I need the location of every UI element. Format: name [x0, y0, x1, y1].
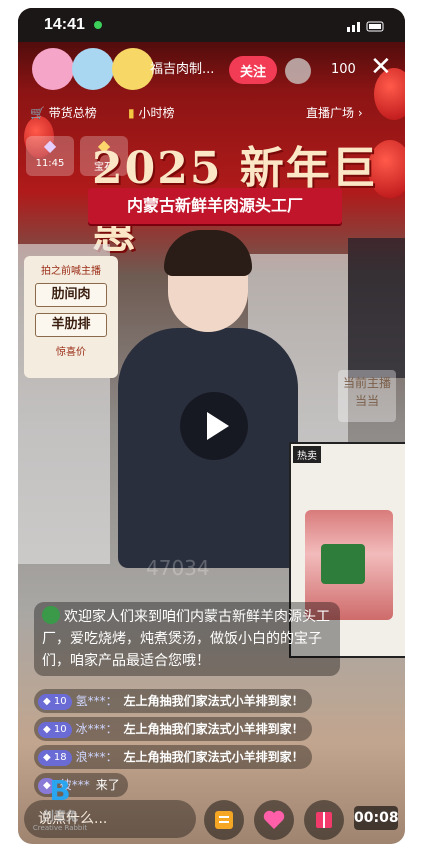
viewer-count[interactable]: 100: [331, 62, 356, 77]
chat-text: 左上角抽我们家法式小羊排到家！: [123, 694, 304, 708]
flower-icon: [112, 48, 154, 90]
chat-text: 左上角抽我们家法式小羊排到家！: [123, 750, 304, 764]
banner-ribbon: 内蒙古新鲜羊肉源头工厂: [88, 188, 342, 224]
time-tile[interactable]: ◆ 11:45: [26, 136, 74, 176]
hour-rank-label: 小时榜: [138, 106, 175, 120]
shopping-cart-button[interactable]: [204, 800, 244, 840]
timer-badge: 00:08: [354, 806, 399, 830]
status-bar: 14:41: [18, 8, 405, 42]
like-button[interactable]: [254, 800, 294, 840]
side-item-lamb-ribs[interactable]: 羊肋排: [35, 313, 107, 337]
flower-icon: [32, 48, 74, 90]
host-card-line1: 当前主播: [342, 376, 391, 390]
live-header: 福吉肉制... 关注 100 ✕: [18, 44, 405, 102]
flower-icon: [72, 48, 114, 90]
level-value: 18: [53, 752, 67, 763]
level-value: 10: [53, 696, 67, 707]
level-value: 10: [53, 724, 67, 735]
fridge-far-right: [348, 238, 405, 378]
join-action: 来了: [95, 778, 120, 792]
chat-user: 冰***：: [75, 722, 118, 736]
clock-icon: ◆: [43, 136, 57, 155]
level-badge: ◆ 10: [38, 694, 72, 710]
side-panel-footer: 惊喜价: [56, 347, 86, 358]
watermark: 47034: [146, 556, 210, 580]
chat-text: 左上角抽我们家法式小羊排到家！: [123, 722, 304, 736]
recording-dot-icon: [94, 21, 102, 29]
chat-message[interactable]: ◆ 10 冰***： 左上角抽我们家法式小羊排到家！: [34, 717, 312, 741]
chat-message[interactable]: ◆ 10 氢***： 左上角抽我们家法式小羊排到家！: [34, 689, 312, 713]
sales-rank-link[interactable]: 🛒 带货总榜: [30, 104, 97, 121]
rank-bar: 🛒 带货总榜 ▮ 小时榜 直播广场 ›: [18, 102, 405, 126]
gift-icon: [316, 812, 332, 828]
play-button[interactable]: [180, 392, 248, 460]
live-square-link[interactable]: 直播广场 ›: [306, 104, 363, 121]
pip-package-image: [321, 544, 365, 584]
gift-button[interactable]: [304, 800, 344, 840]
follow-button[interactable]: 关注: [229, 56, 277, 84]
cart-icon: 🛒: [30, 106, 45, 120]
status-time: 14:41: [44, 16, 85, 33]
welcome-comment: 欢迎家人们来到咱们内蒙古新鲜羊肉源头工厂，爱吃烧烤，炖煮煲汤，做饭小白的的宝子们…: [34, 602, 340, 676]
level-badge: ◆ 18: [38, 750, 72, 766]
viewer-avatar[interactable]: [285, 58, 311, 84]
live-square-label: 直播广场: [306, 106, 355, 120]
level-badge: ◆ 10: [38, 722, 72, 738]
chat-message[interactable]: ◆ 18 浪***： 左上角抽我们家法式小羊排到家！: [34, 745, 312, 769]
signal-battery-icon: [347, 21, 384, 32]
close-icon[interactable]: ✕: [370, 54, 392, 80]
cart-icon: [215, 811, 233, 829]
shop-badge-icon: [42, 606, 60, 624]
shop-avatar-flowers[interactable]: [32, 48, 158, 92]
phone-screen: 14:41 福吉肉制... 关注 100 ✕ 🛒 带货总榜 ▮ 小时榜 直播广场…: [18, 8, 405, 844]
heart-icon: [263, 810, 285, 829]
current-host-card: 当前主播 当当: [338, 370, 396, 422]
hour-rank-link[interactable]: ▮ 小时榜: [128, 104, 174, 121]
time-tag: 11:45: [35, 158, 65, 169]
chevron-right-icon: ›: [357, 106, 363, 120]
comment-input[interactable]: 说点什么...: [24, 800, 196, 838]
product-side-panel[interactable]: 拍之前喊主播 肋间肉 羊肋排 惊喜价: [24, 256, 118, 378]
sales-rank-label: 带货总榜: [48, 106, 97, 120]
bottom-bar: 说点什么... 00:08: [18, 796, 405, 844]
side-item-rib-meat[interactable]: 肋间肉: [35, 283, 107, 307]
pip-hot-label: 热卖: [293, 446, 321, 463]
side-panel-header: 拍之前喊主播: [41, 266, 101, 277]
shop-name[interactable]: 福吉肉制...: [150, 58, 214, 77]
rank-icon: ▮: [128, 106, 135, 120]
welcome-comment-text: 欢迎家人们来到咱们内蒙古新鲜羊肉源头工厂，爱吃烧烤，炖煮煲汤，做饭小白的的宝子们…: [42, 609, 330, 669]
chat-user: 浪***：: [75, 750, 118, 764]
host-card-line2: 当当: [354, 394, 379, 408]
chat-user: 氢***：: [75, 694, 118, 708]
